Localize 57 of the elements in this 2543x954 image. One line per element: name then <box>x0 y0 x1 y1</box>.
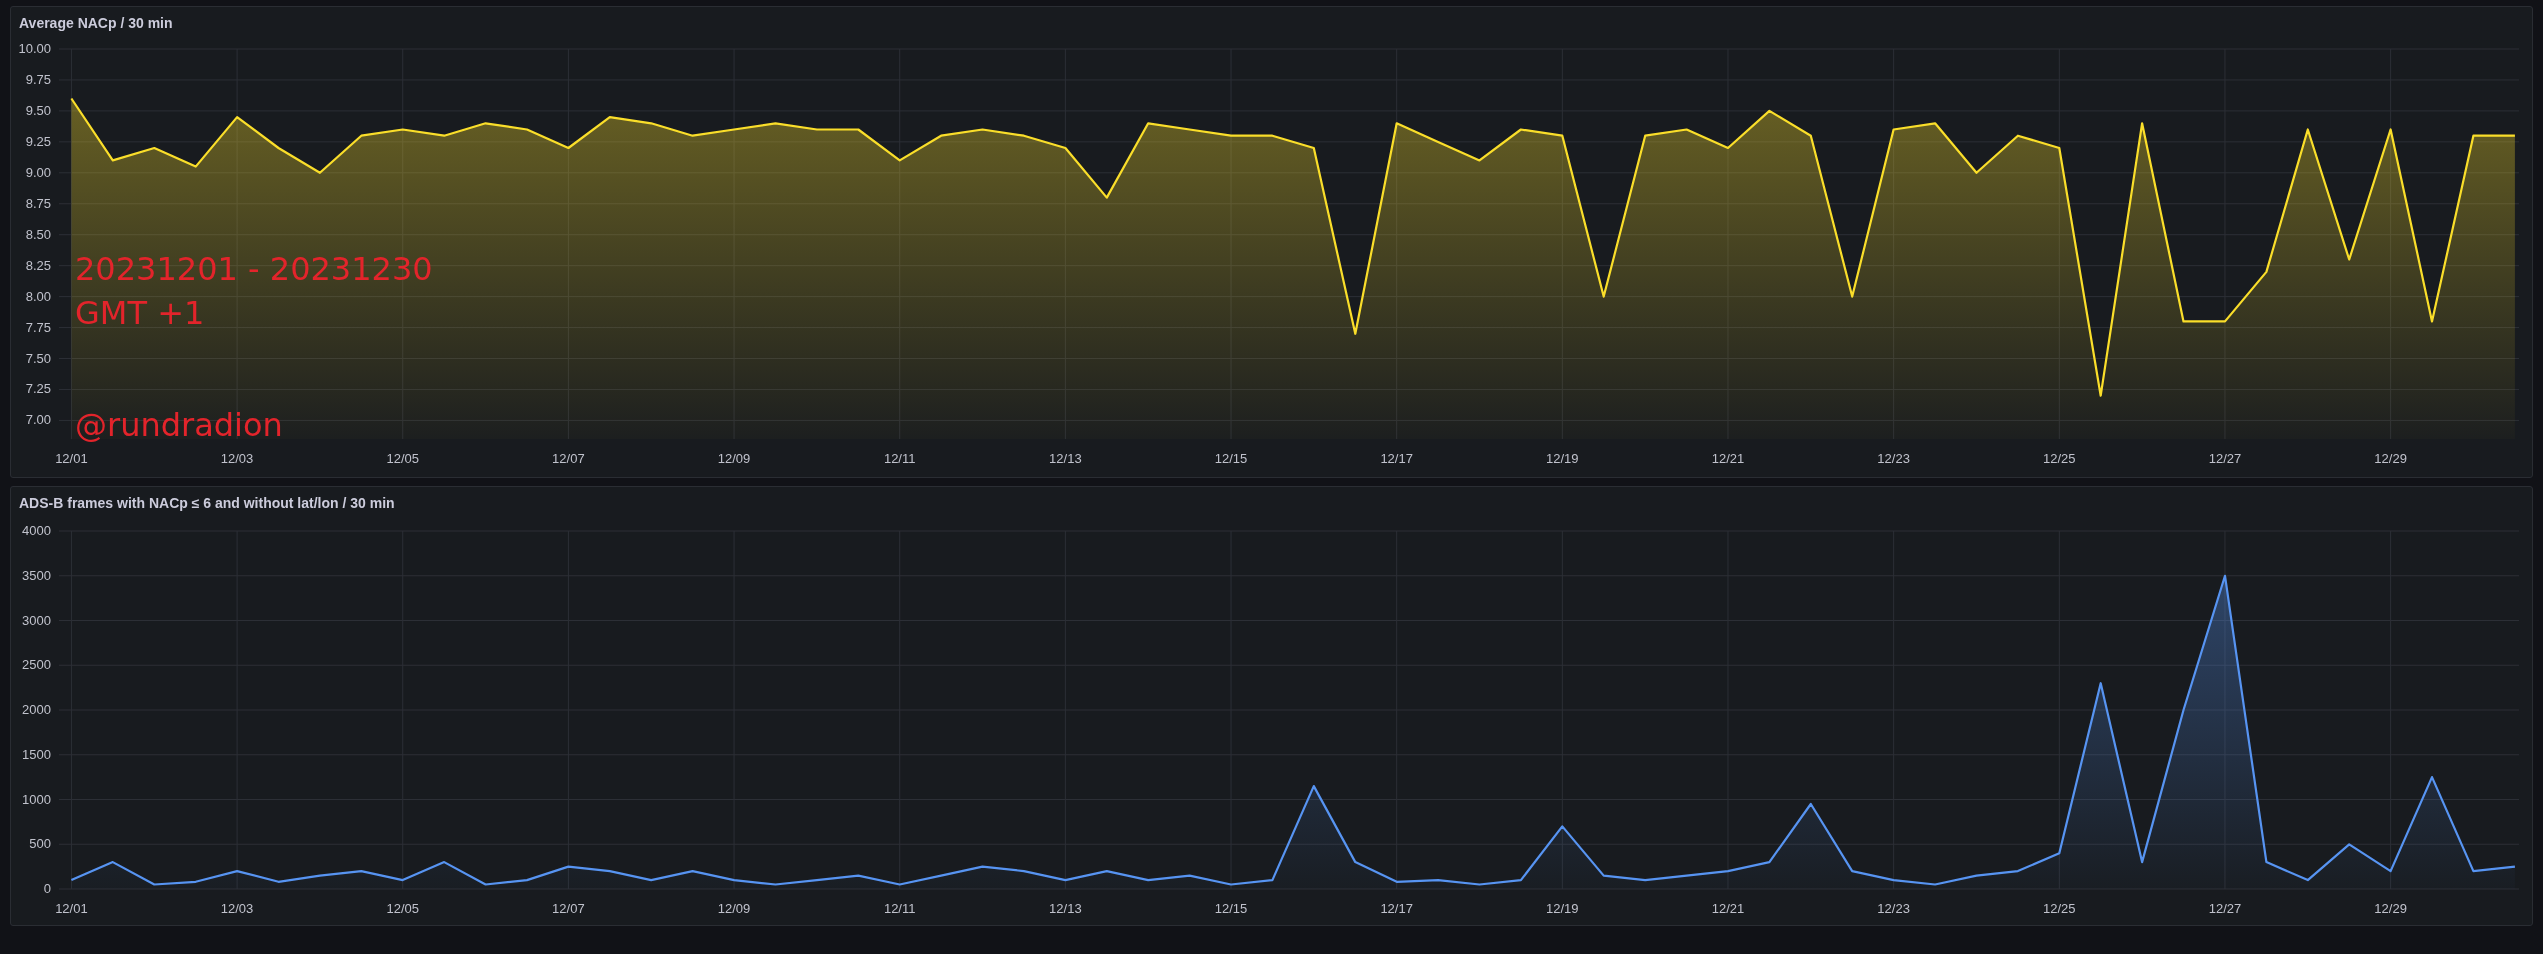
y-tick-label: 7.75 <box>25 319 51 335</box>
panel-title: ADS-B frames with NACp ≤ 6 and without lat/lon / 30 min <box>18 494 396 513</box>
y-tick-label: 4000 <box>22 523 51 538</box>
x-tick-label: 12/19 <box>1546 901 1579 916</box>
y-tick-label: 8.00 <box>25 288 51 304</box>
x-tick-label: 12/01 <box>55 901 88 916</box>
y-tick-label: 8.25 <box>25 257 51 273</box>
x-tick-label: 12/09 <box>717 901 751 916</box>
overlay-text: @rundradion <box>75 405 284 446</box>
y-tick-label: 9.00 <box>25 164 51 180</box>
x-tick-label: 12/19 <box>1546 451 1579 466</box>
x-tick-label: 12/13 <box>1049 901 1082 916</box>
x-tick-label: 12/07 <box>552 901 585 916</box>
x-tick-label: 12/27 <box>2208 451 2242 466</box>
x-tick-label: 12/03 <box>220 451 254 466</box>
x-tick-label: 12/25 <box>2043 451 2076 466</box>
x-tick-label: 12/05 <box>386 901 419 916</box>
y-tick-label: 8.50 <box>25 226 51 242</box>
x-tick-label: 12/07 <box>552 451 585 466</box>
y-tick-label: 9.50 <box>25 102 51 118</box>
x-tick-label: 12/29 <box>2374 901 2407 916</box>
x-tick-label: 12/13 <box>1049 451 1082 466</box>
y-tick-label: 2000 <box>22 702 51 717</box>
y-tick-label: 9.25 <box>25 133 51 149</box>
x-tick-label: 12/01 <box>55 451 88 466</box>
overlay-text: GMT +1 <box>75 293 206 334</box>
x-tick-label: 12/11 <box>883 901 916 916</box>
x-tick-label: 12/03 <box>220 901 254 916</box>
x-tick-label: 12/21 <box>1711 901 1745 916</box>
y-tick-label: 500 <box>29 836 51 852</box>
x-tick-label: 12/17 <box>1380 901 1413 916</box>
y-tick-label: 7.25 <box>25 381 51 397</box>
y-tick-label: 3500 <box>22 567 51 583</box>
y-tick-label: 7.00 <box>25 412 51 428</box>
x-tick-label: 12/21 <box>1711 451 1745 466</box>
panel-title: Average NACp / 30 min <box>18 14 174 33</box>
y-tick-label: 1000 <box>22 791 51 807</box>
x-tick-label: 12/25 <box>2043 901 2076 916</box>
overlay-text: 20231201 - 20231230 <box>75 249 433 290</box>
y-tick-label: 2500 <box>22 657 51 673</box>
x-tick-label: 12/11 <box>883 451 916 466</box>
x-tick-label: 12/15 <box>1214 451 1248 466</box>
x-tick-label: 12/17 <box>1380 451 1413 466</box>
x-tick-label: 12/29 <box>2374 451 2407 466</box>
y-tick-label: 9.75 <box>25 71 51 87</box>
x-tick-label: 12/23 <box>1877 451 1910 466</box>
y-tick-label: 1500 <box>22 746 51 762</box>
y-tick-label: 10.00 <box>18 41 51 56</box>
x-tick-label: 12/27 <box>2208 901 2242 916</box>
y-tick-label: 8.75 <box>25 195 51 211</box>
x-tick-label: 12/15 <box>1214 901 1248 916</box>
y-tick-label: 0 <box>43 881 51 896</box>
x-tick-label: 12/09 <box>717 451 751 466</box>
x-tick-label: 12/23 <box>1877 901 1910 916</box>
x-tick-label: 12/05 <box>386 451 419 466</box>
y-tick-label: 3000 <box>22 612 51 628</box>
y-tick-label: 7.50 <box>25 350 51 366</box>
